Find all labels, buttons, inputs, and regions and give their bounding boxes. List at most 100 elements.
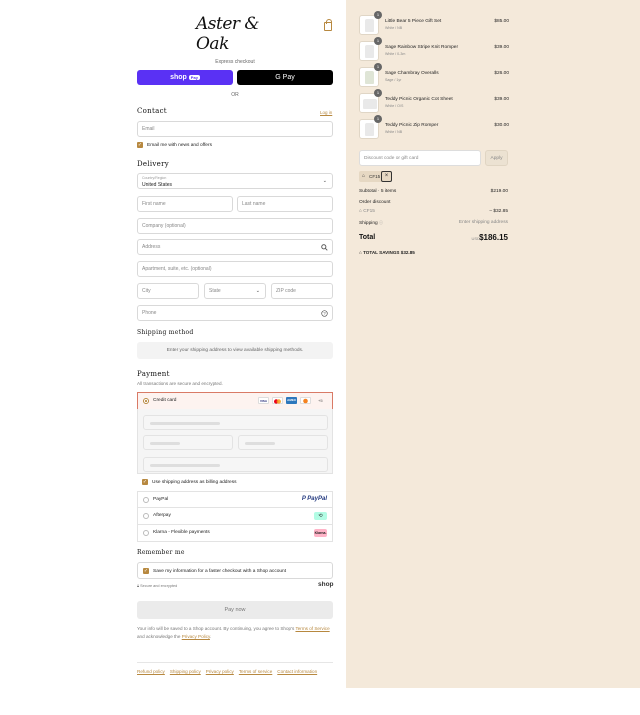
credit-card-radio[interactable] [143, 398, 149, 404]
item-variant: Sage / 1yr [385, 78, 402, 82]
delivery-heading: Delivery [137, 160, 170, 168]
phone-field[interactable]: Phone ? [137, 305, 333, 321]
legal-text-middle: and acknowledge the [137, 633, 182, 639]
brand-logo[interactable]: Aster & Oak [196, 14, 276, 54]
legal-text-end: . [209, 633, 212, 639]
zip-field[interactable]: ZIP code [271, 283, 333, 299]
cart-item: 1 Sage Rainbow Stripe Knit Romper White … [359, 37, 509, 63]
chevron-down-icon: ⌄ [255, 288, 260, 294]
afterpay-radio[interactable] [143, 513, 149, 519]
last-name-field[interactable]: Last name [237, 196, 333, 212]
discount-value: – $32.85 [489, 209, 508, 214]
first-name-field[interactable]: First name [137, 196, 233, 212]
footer-divider [137, 662, 333, 663]
search-icon [321, 244, 328, 251]
help-icon[interactable]: ? [321, 310, 328, 317]
remember-heading: Remember me [137, 549, 185, 556]
item-price: $39.00 [494, 97, 509, 102]
card-number-field[interactable] [143, 415, 328, 430]
klarna-logo: Klarna. [314, 529, 327, 537]
pay-now-button[interactable]: Pay now [137, 601, 333, 619]
terms-of-service-footer-link[interactable]: Terms of service [239, 669, 272, 674]
afterpay-label: Afterpay [153, 513, 171, 518]
discount-code-input[interactable]: Discount code or gift card [359, 150, 481, 166]
address-field[interactable]: Address [137, 239, 333, 255]
shopping-bag-icon[interactable] [324, 19, 332, 31]
subtotal-row: Subtotal · 5 items $219.00 [359, 189, 508, 194]
subtotal-label: Subtotal · 5 items [359, 189, 397, 194]
item-price: $39.00 [494, 45, 509, 50]
address-placeholder: Address [142, 244, 161, 250]
svg-text:?: ? [323, 311, 326, 316]
item-name: Teddy Picnic Zip Romper [385, 123, 439, 128]
billing-same-label: Use shipping address as billing address [152, 480, 237, 485]
secure-note: 🔒︎ Secure and encrypted [137, 584, 177, 588]
news-checkbox[interactable]: ✓ [137, 142, 143, 148]
country-value: United States [142, 182, 173, 188]
quantity-badge: 1 [374, 63, 382, 71]
legal-text-start: Your info will be saved to a Shop accoun… [137, 626, 296, 631]
contact-information-link[interactable]: Contact information [277, 669, 317, 674]
footer-links: Refund policy Shipping policy Privacy po… [137, 669, 317, 674]
klarna-option[interactable]: Klarna - Flexible payments Klarna. [137, 525, 333, 542]
shipping-policy-link[interactable]: Shipping policy [170, 669, 201, 674]
item-variant: White / O/S [385, 104, 404, 108]
shop-pay-button[interactable]: shop Pay [137, 70, 233, 85]
login-link[interactable]: Log in [320, 110, 332, 115]
billing-same-checkbox[interactable]: ✓ [142, 479, 148, 485]
cart-item: 1 Little Bear 5 Piece Gift Set White / N… [359, 11, 509, 37]
or-divider: OR [231, 92, 239, 98]
paypal-radio[interactable] [143, 497, 149, 503]
email-field[interactable]: Email [137, 121, 333, 137]
state-select[interactable]: State ⌄ [204, 283, 266, 299]
quantity-badge: 1 [374, 37, 382, 45]
tag-icon: ⌂ [362, 173, 366, 179]
discover-icon [300, 397, 311, 404]
refund-policy-link[interactable]: Refund policy [137, 669, 165, 674]
payment-subtitle: All transactions are secure and encrypte… [137, 381, 223, 386]
quantity-badge: 1 [374, 11, 382, 19]
secure-label: Secure and encrypted [140, 584, 178, 588]
afterpay-logo-icon: ⟲ [314, 512, 327, 520]
mastercard-icon [272, 397, 283, 404]
total-value: $186.15 [479, 233, 508, 242]
terms-of-service-link[interactable]: Terms of Service [295, 626, 329, 631]
paypal-option[interactable]: PayPal P PayPal [137, 491, 333, 508]
shop-pay-badge: Pay [188, 75, 200, 80]
country-select[interactable]: Country/Region United States ⌄ [137, 173, 333, 189]
credit-card-label: Credit card [153, 398, 177, 403]
company-placeholder: Company (optional) [142, 223, 186, 229]
afterpay-option[interactable]: Afterpay ⟲ [137, 508, 333, 525]
item-name: Sage Chambray Overalls [385, 71, 439, 76]
paypal-logo: P PayPal [301, 496, 327, 502]
zip-placeholder: ZIP code [276, 288, 296, 294]
lock-icon: 🔒︎ [137, 584, 140, 588]
card-expiry-field[interactable] [143, 435, 233, 450]
subtotal-value: $219.00 [490, 189, 508, 194]
discount-code: CF15 [363, 209, 375, 214]
klarna-radio[interactable] [143, 530, 149, 536]
phone-placeholder: Phone [142, 310, 157, 316]
save-info-checkbox[interactable]: ✓ [143, 568, 149, 574]
cart-item: 1 Teddy Picnic Zip Romper White / NB $30… [359, 115, 509, 141]
apartment-field[interactable]: Apartment, suite, etc. (optional) [137, 261, 333, 277]
card-name-field[interactable] [143, 457, 328, 472]
city-field[interactable]: City [137, 283, 199, 299]
shop-logo: shop [318, 581, 334, 588]
help-icon[interactable]: ⓘ [379, 220, 383, 225]
google-pay-button[interactable]: G Pay [237, 70, 333, 85]
privacy-policy-link[interactable]: Privacy Policy [182, 634, 210, 639]
card-cvv-field[interactable] [238, 435, 328, 450]
savings-label: TOTAL SAVINGS [363, 250, 400, 255]
company-field[interactable]: Company (optional) [137, 218, 333, 234]
checkout-main: Aster & Oak Express checkout shop Pay G … [0, 0, 346, 688]
cart-item: 1 Sage Chambray Overalls Sage / 1yr $26.… [359, 63, 509, 89]
remove-discount-close-icon[interactable]: × [381, 171, 392, 182]
total-savings: ⌂ TOTAL SAVINGS $32.85 [359, 250, 415, 255]
country-label: Country/Region [142, 176, 167, 180]
discount-code-row: ⌂ CF15 – $32.85 [359, 209, 508, 214]
apply-discount-button[interactable]: Apply [485, 150, 508, 166]
privacy-policy-footer-link[interactable]: Privacy policy [206, 669, 234, 674]
item-variant: White / NB [385, 130, 403, 134]
paypal-label: PayPal [153, 497, 169, 502]
